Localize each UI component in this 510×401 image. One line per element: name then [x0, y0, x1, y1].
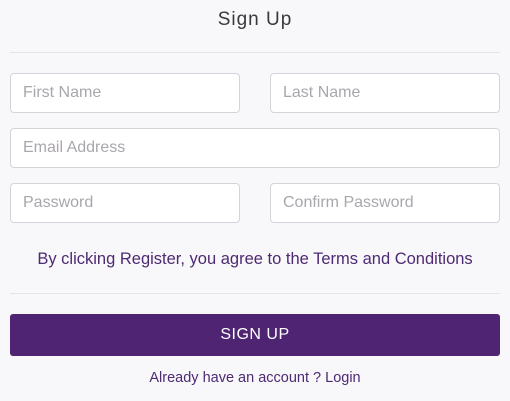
- sign-up-button[interactable]: SIGN UP: [10, 314, 500, 356]
- password-input[interactable]: [10, 183, 240, 223]
- signup-page: Sign Up By clicking Register, you agree …: [0, 0, 510, 401]
- first-name-input[interactable]: [10, 73, 240, 113]
- login-prompt-line: Already have an account ? Login: [0, 370, 510, 386]
- bottom-divider: [10, 293, 500, 294]
- terms-text: By clicking Register, you agree to the T…: [37, 250, 473, 268]
- last-name-input[interactable]: [270, 73, 500, 113]
- page-title: Sign Up: [217, 9, 293, 30]
- top-divider: [10, 52, 500, 53]
- login-link[interactable]: Login: [325, 370, 360, 386]
- login-prompt-text: Already have an account ?: [149, 370, 322, 386]
- email-input[interactable]: [10, 128, 500, 168]
- confirm-password-input[interactable]: [270, 183, 500, 223]
